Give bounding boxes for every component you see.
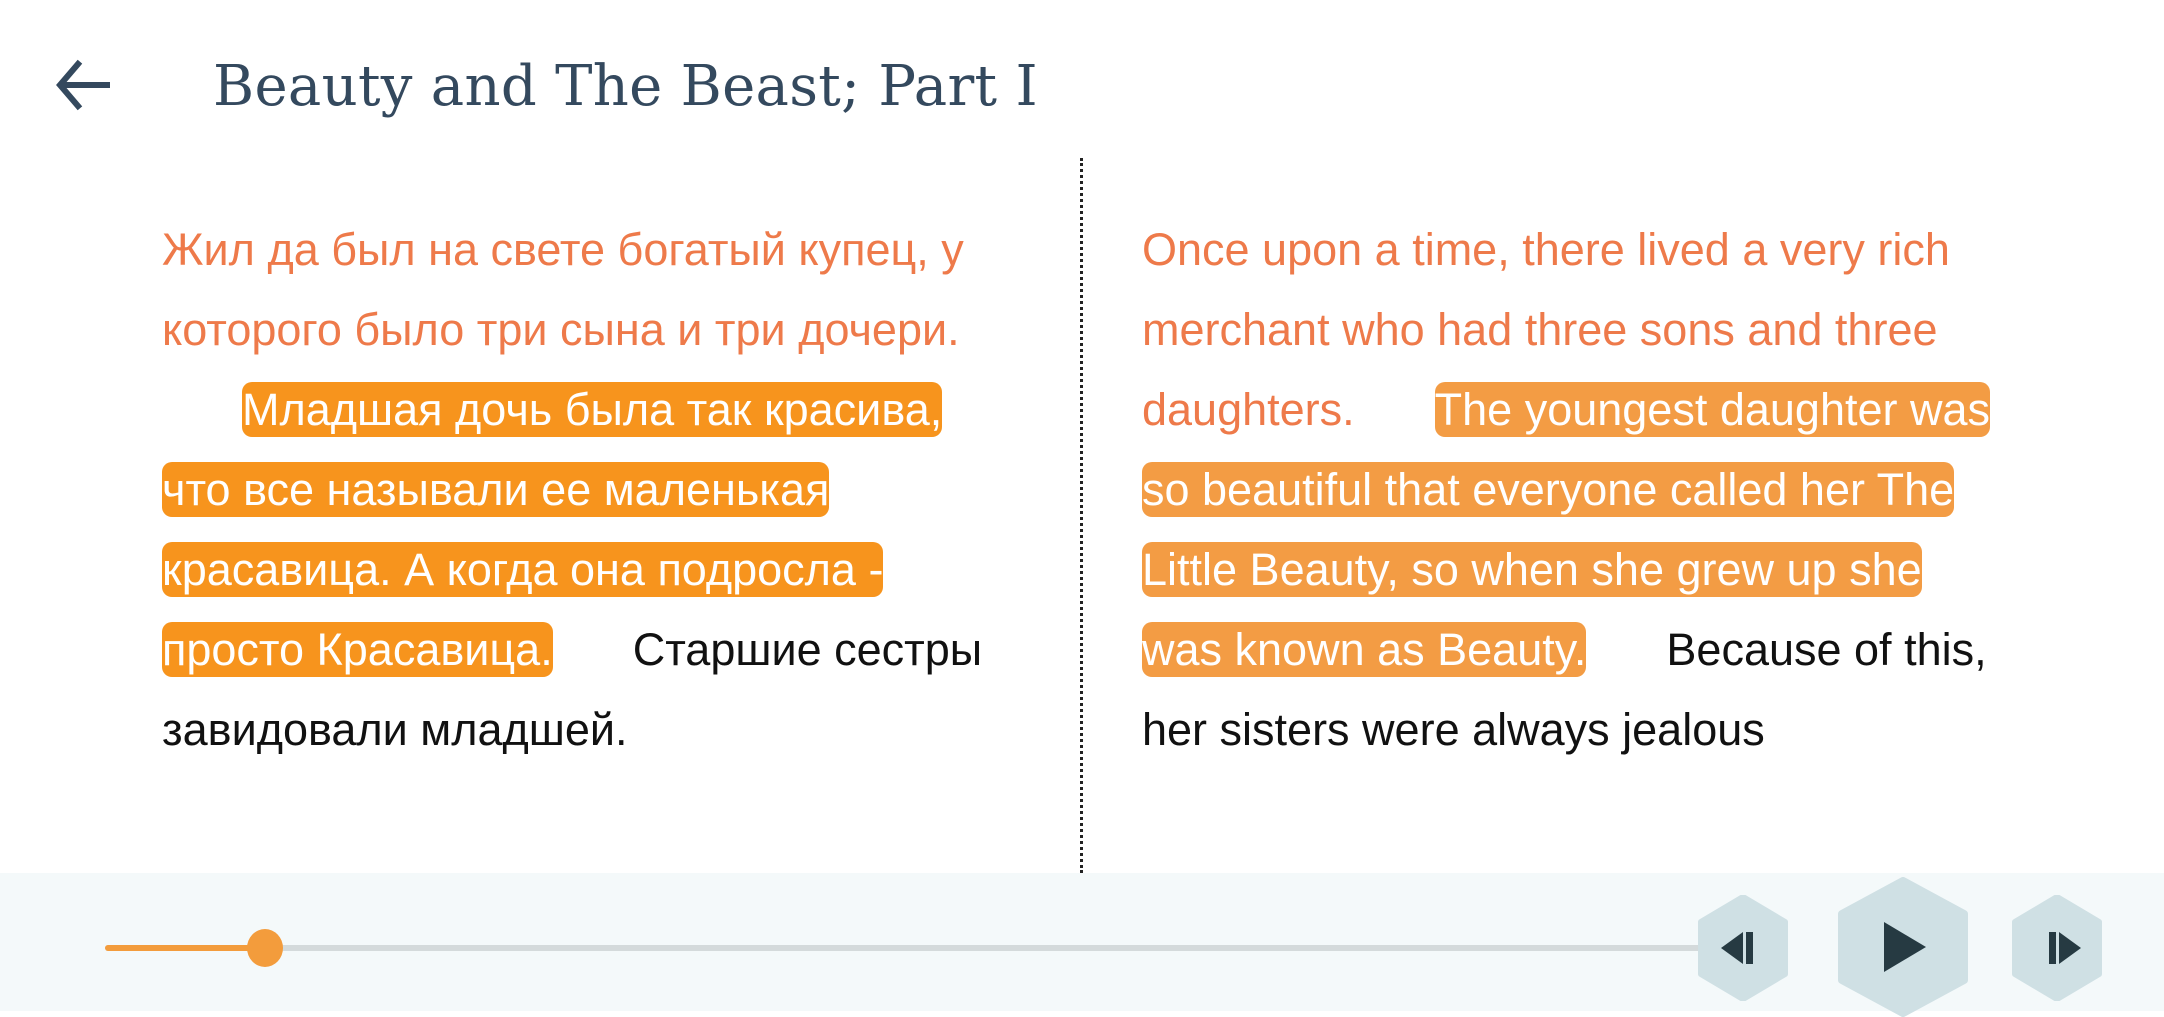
back-button[interactable] bbox=[48, 50, 118, 120]
original-text-column[interactable]: Жил да был на свете богатый купец, у кот… bbox=[162, 210, 1002, 770]
next-sentence-button[interactable] bbox=[2011, 895, 2103, 1001]
play-button[interactable] bbox=[1834, 877, 1972, 1017]
skip-back-icon bbox=[1698, 895, 1788, 1001]
page-title: Beauty and The Beast; Part I bbox=[213, 54, 1038, 119]
translation-text-column[interactable]: Once upon a time, there lived a very ric… bbox=[1142, 210, 1992, 770]
play-icon bbox=[1838, 877, 1968, 1017]
reader-content[interactable]: Жил да был на свете богатый купец, у кот… bbox=[0, 150, 2164, 873]
progress-knob[interactable] bbox=[247, 929, 283, 967]
skip-forward-icon bbox=[2012, 895, 2102, 1001]
audio-player bbox=[0, 873, 2164, 1017]
column-divider bbox=[1080, 158, 1083, 873]
progress-fill bbox=[105, 945, 265, 951]
progress-slider[interactable] bbox=[105, 929, 1705, 967]
header: Beauty and The Beast; Part I bbox=[0, 0, 2164, 150]
previous-sentence-button[interactable] bbox=[1697, 895, 1789, 1001]
read-sentence[interactable]: Жил да был на свете богатый купец, у кот… bbox=[162, 224, 964, 355]
arrow-left-icon bbox=[56, 59, 110, 111]
